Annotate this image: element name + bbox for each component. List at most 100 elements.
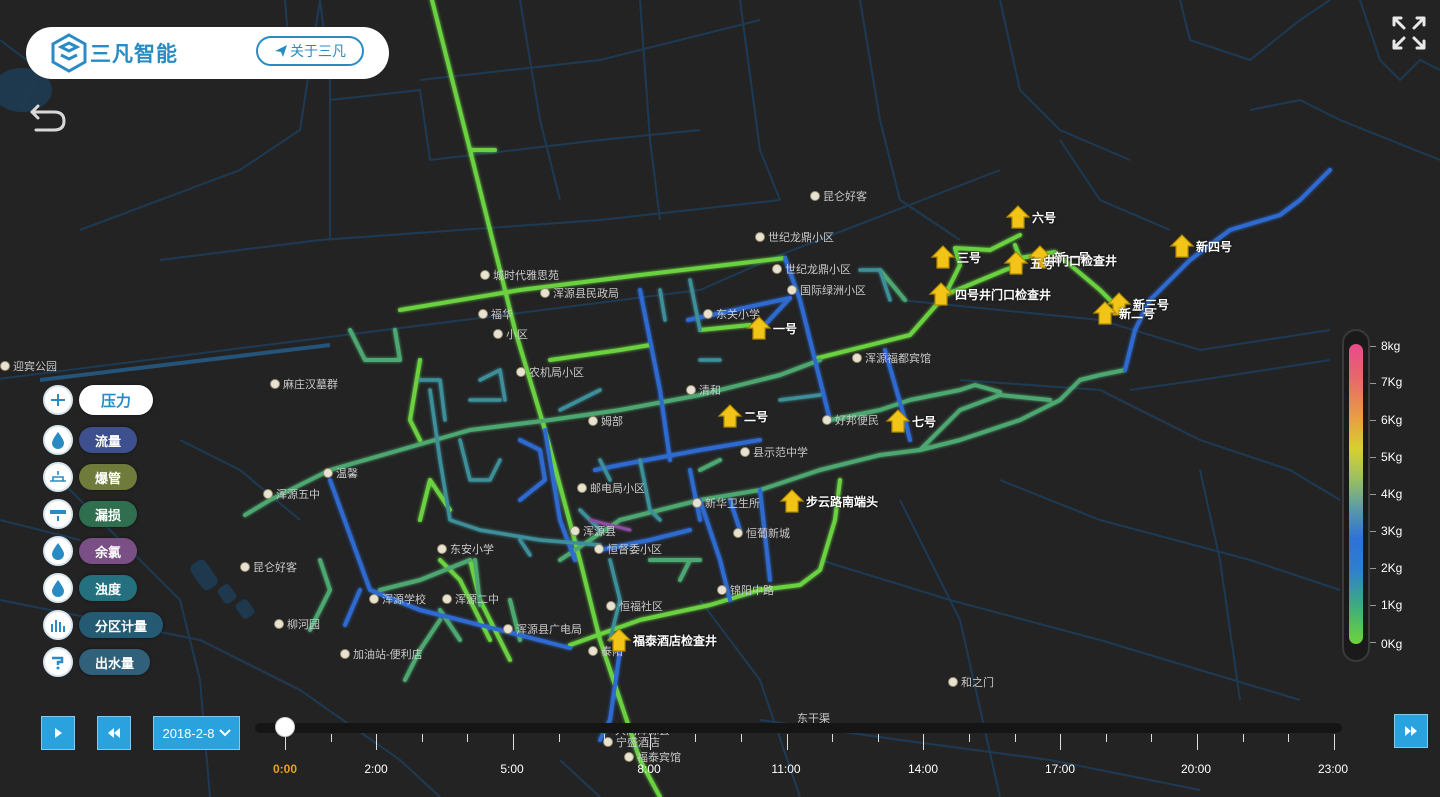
timeline-tick <box>1014 734 1016 742</box>
poi: 柳河园 <box>274 616 320 632</box>
station-marker[interactable]: 井门口检查井 <box>1044 252 1117 269</box>
poi-icon <box>822 415 832 425</box>
legend-label: 2Kg <box>1381 561 1403 575</box>
timeline-tick <box>421 734 423 742</box>
poi: 麻庄汉墓群 <box>270 376 338 392</box>
back-icon[interactable] <box>28 100 68 136</box>
water-output-icon <box>43 647 73 677</box>
fullscreen-icon[interactable] <box>1390 14 1428 52</box>
poi: 浑源县民政局 <box>540 285 619 301</box>
poi-icon <box>948 677 958 687</box>
menu-item-district-meter[interactable]: 分区计量 <box>43 610 164 640</box>
timeline-tick <box>832 734 834 742</box>
poi: 浑源县广电局 <box>503 621 582 637</box>
timeline-track[interactable] <box>255 723 1342 733</box>
poi: 福华 <box>478 306 513 322</box>
poi: 东安小学 <box>437 541 494 557</box>
poi-icon <box>442 594 452 604</box>
timeline-tick <box>513 734 514 750</box>
timeline-tick <box>923 734 925 750</box>
station-marker[interactable]: 步云路南端头 <box>779 488 878 514</box>
timeline-tick <box>376 734 378 750</box>
timeline-label: 17:00 <box>1044 762 1076 776</box>
timeline-tick <box>1060 734 1062 750</box>
station-marker[interactable]: 四号井门口检查井 <box>928 281 1051 307</box>
poi-icon <box>624 752 634 762</box>
poi-icon <box>516 367 526 377</box>
station-marker[interactable]: 一号 <box>746 315 797 341</box>
station-marker[interactable]: 六号 <box>1005 204 1056 230</box>
station-marker[interactable]: 七号 <box>885 408 936 434</box>
house-marker-icon <box>779 489 805 513</box>
district-meter-icon <box>43 610 73 640</box>
poi: 浑源县 <box>570 523 616 539</box>
poi: 农机局小区 <box>516 364 584 380</box>
poi: 加油站-便利店 <box>340 646 423 662</box>
logo-panel: 三凡智能 关于三凡 <box>26 27 389 79</box>
legend-label: 7Kg <box>1381 375 1403 389</box>
pipeline-layer <box>243 0 1332 797</box>
flow-icon <box>43 425 73 455</box>
poi-icon <box>493 329 503 339</box>
house-marker-icon <box>606 628 632 652</box>
poi-icon <box>692 498 702 508</box>
poi-icon <box>606 601 616 611</box>
poi: 世纪龙鼎小区 <box>772 261 851 277</box>
station-marker[interactable]: 二号 <box>717 403 768 429</box>
date-select[interactable]: 2018-2-8 <box>153 716 240 750</box>
station-marker[interactable]: 新二号 <box>1092 300 1155 326</box>
menu-item-flow[interactable]: 流量 <box>43 425 138 455</box>
poi-icon <box>686 385 696 395</box>
timeline-handle[interactable] <box>275 717 295 737</box>
timeline-tick <box>1105 734 1107 742</box>
legend-tick <box>1370 494 1376 495</box>
chevron-down-icon <box>218 729 231 737</box>
poi: 温馨 <box>323 465 358 481</box>
about-button[interactable]: 关于三凡 <box>256 36 364 66</box>
poi: 新华卫生所 <box>692 495 760 511</box>
menu-item-water-output[interactable]: 出水量 <box>43 647 151 677</box>
menu-item-label: 流量 <box>79 427 138 453</box>
poi-icon <box>270 379 280 389</box>
poi: 小区 <box>493 326 528 342</box>
menu-item-pressure[interactable]: 压力 <box>43 385 154 415</box>
menu-item-label: 分区计量 <box>79 612 164 638</box>
house-marker-icon <box>1005 205 1031 229</box>
legend-label: 3Kg <box>1381 524 1403 538</box>
timeline-tick <box>467 734 469 742</box>
play-button[interactable] <box>41 716 75 750</box>
poi-icon <box>787 285 797 295</box>
poi-icon <box>588 416 598 426</box>
timeline-tick <box>330 734 332 742</box>
poi-icon <box>240 562 250 572</box>
menu-item-chlorine[interactable]: 余氯 <box>43 536 138 566</box>
station-marker[interactable]: 福泰酒店检查井 <box>606 627 717 653</box>
rewind-button[interactable] <box>97 716 131 750</box>
poi-icon <box>570 526 580 536</box>
legend-tick <box>1370 420 1376 421</box>
menu-item-turbidity[interactable]: 浊度 <box>43 573 138 603</box>
poi-icon <box>478 309 488 319</box>
menu-item-leakage[interactable]: 漏损 <box>43 499 138 529</box>
timeline-label: 11:00 <box>771 762 801 776</box>
station-marker[interactable]: 新四号 <box>1169 233 1232 259</box>
poi: 恒福社区 <box>606 598 663 614</box>
fast-forward-button[interactable] <box>1394 714 1428 748</box>
timeline-tick <box>786 734 788 750</box>
poi: 好邦便民 <box>822 412 879 428</box>
timeline-tick <box>877 734 879 742</box>
pipe-network-map[interactable] <box>0 0 1440 797</box>
menu-item-pipe-burst[interactable]: 爆管 <box>43 462 138 492</box>
poi: 姆部 <box>588 413 623 429</box>
timeline-tick <box>1151 734 1153 742</box>
poi: 浑源学校 <box>369 591 426 607</box>
timeline-tick <box>969 734 970 742</box>
date-select-value: 2018-2-8 <box>162 725 215 741</box>
station-marker[interactable]: 三号 <box>930 244 981 270</box>
poi: 国际绿洲小区 <box>787 282 866 298</box>
legend-tick <box>1370 605 1376 606</box>
poi-icon <box>340 649 350 659</box>
house-marker-icon <box>717 404 743 428</box>
river-label-road <box>39 343 331 382</box>
leakage-icon <box>43 499 73 529</box>
